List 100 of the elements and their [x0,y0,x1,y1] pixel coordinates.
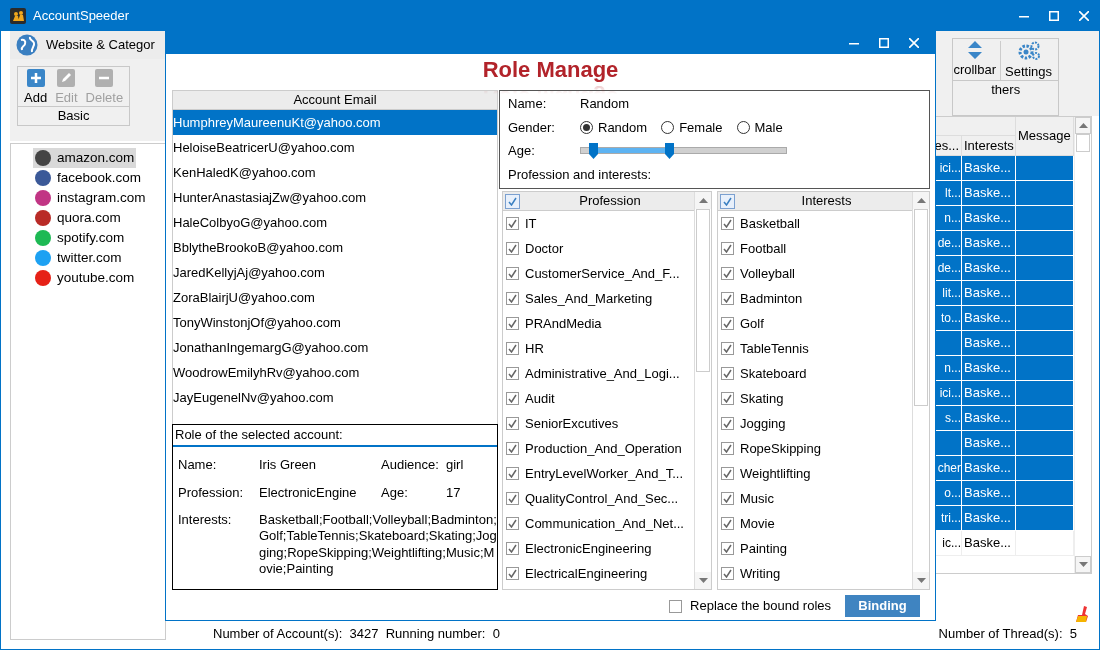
checkbox[interactable] [721,417,734,430]
group-label: Basic [18,105,130,126]
checkbox[interactable] [721,517,734,530]
scroll-down-button[interactable] [913,572,929,589]
field-label: Gender: [508,119,556,136]
slider-thumb[interactable] [665,143,675,160]
site-item[interactable]: spotify.com [33,228,127,248]
checkbox-label: Skateboard [740,365,807,382]
checkbox[interactable] [721,442,734,455]
site-item[interactable]: instagram.com [33,188,148,208]
checkbox[interactable] [721,242,734,255]
account-row[interactable]: WoodrowEmilyhRv@yahoo.com [173,360,497,385]
ribbon-button[interactable]: crollbar [953,41,1001,80]
checkbox[interactable] [721,342,734,355]
select-all-checkbox[interactable] [505,193,520,209]
table-cell: lit... [934,281,962,306]
radio-option[interactable]: Male [736,119,783,136]
ribbon-button[interactable]: Settings [1001,41,1056,80]
checkbox[interactable] [506,342,519,355]
ribbon-button[interactable]: Add [20,69,52,106]
checkbox[interactable] [506,392,519,405]
account-row[interactable]: JonathanIngemargG@yahoo.com [173,335,497,360]
radio-button[interactable] [661,120,675,134]
account-row[interactable]: HumphreyMaureenuKt@yahoo.com [173,110,497,135]
checkbox[interactable] [506,517,519,530]
scroll-up-button[interactable] [913,192,929,209]
checkbox[interactable] [506,442,519,455]
checkbox[interactable] [669,599,683,613]
site-item[interactable]: facebook.com [33,168,144,188]
check-icon [723,444,732,453]
scroll-up-button[interactable] [695,192,711,209]
account-row[interactable]: KenHaledK@yahoo.com [173,160,497,185]
table-cell: s... [934,406,962,431]
site-item[interactable]: twitter.com [33,248,124,268]
checkbox[interactable] [506,367,519,380]
checkbox[interactable] [506,467,519,480]
column-header[interactable]: Interests [962,136,1016,156]
select-all-checkbox[interactable] [720,193,735,209]
account-row[interactable]: JayEugenelNv@yahoo.com [173,385,497,410]
check-icon [723,494,732,503]
table-cell: Baske... [962,456,1016,481]
table-cell: cher [934,456,962,481]
checkbox-label: SeniorExcutives [525,415,619,432]
scrollbar-thumb[interactable] [1076,134,1090,152]
scrollbar-thumb[interactable] [914,209,928,406]
column-header[interactable]: Message [1016,117,1074,156]
checkbox[interactable] [721,492,734,505]
checkbox[interactable] [506,317,519,330]
checkbox[interactable] [506,417,519,430]
table-cell: n... [934,206,962,231]
checkbox-label: EntryLevelWorker_And_T... [525,465,683,482]
slider-thumb[interactable] [589,143,599,160]
column-header[interactable]: Account Email [173,91,497,110]
checkbox[interactable] [721,567,734,580]
checkbox-label: Skating [740,390,784,407]
radio-button[interactable] [736,120,750,134]
checkbox[interactable] [506,492,519,505]
check-icon [508,369,517,378]
checkbox-label: Audit [525,390,555,407]
add-icon [26,69,45,87]
site-item[interactable]: quora.com [33,208,123,228]
site-item[interactable]: amazon.com [33,148,137,168]
broom-icon[interactable] [1076,605,1090,622]
account-row[interactable]: HunterAnastasiajZw@yahoo.com [173,185,497,210]
scroll-up-button[interactable] [1075,117,1091,134]
checkbox[interactable] [721,392,734,405]
radio-option[interactable]: Female [661,119,723,136]
checkbox[interactable] [721,217,734,230]
checkbox[interactable] [721,542,734,555]
radio-button[interactable] [580,120,593,134]
checkbox-label: Jogging [740,415,786,432]
checkbox[interactable] [506,217,519,230]
checkbox[interactable] [506,292,519,305]
checkbox[interactable] [506,542,519,555]
checkbox[interactable] [721,467,734,480]
scrollbar-thumb[interactable] [696,209,710,372]
table-cell: de... [934,256,962,281]
field-label: Interests: [178,512,233,530]
field-value: Random [580,96,630,112]
checkbox[interactable] [721,367,734,380]
account-row[interactable]: BblytheBrookoB@yahoo.com [173,235,497,260]
account-row[interactable]: TonyWinstonjOf@yahoo.com [173,310,497,335]
site-item[interactable]: youtube.com [33,268,137,288]
table-cell: Baske... [962,481,1016,506]
account-row[interactable]: HaleColbyoG@yahoo.com [173,210,497,235]
checkbox[interactable] [506,242,519,255]
checkbox[interactable] [721,317,734,330]
checkbox[interactable] [721,292,734,305]
checkbox[interactable] [506,567,519,580]
checkbox[interactable] [721,267,734,280]
scroll-down-button[interactable] [1075,556,1091,573]
checkbox[interactable] [506,267,519,280]
account-row[interactable]: HeloiseBeatricerU@yahoo.com [173,135,497,160]
scroll-down-button[interactable] [695,572,711,589]
check-icon [508,244,517,253]
account-row[interactable]: ZoraBlairjU@yahoo.com [173,285,497,310]
account-row[interactable]: JaredKellyjAj@yahoo.com [173,260,497,285]
check-icon [723,394,732,403]
radio-option[interactable]: Random [580,119,648,136]
binding-button[interactable]: Binding [845,595,920,617]
